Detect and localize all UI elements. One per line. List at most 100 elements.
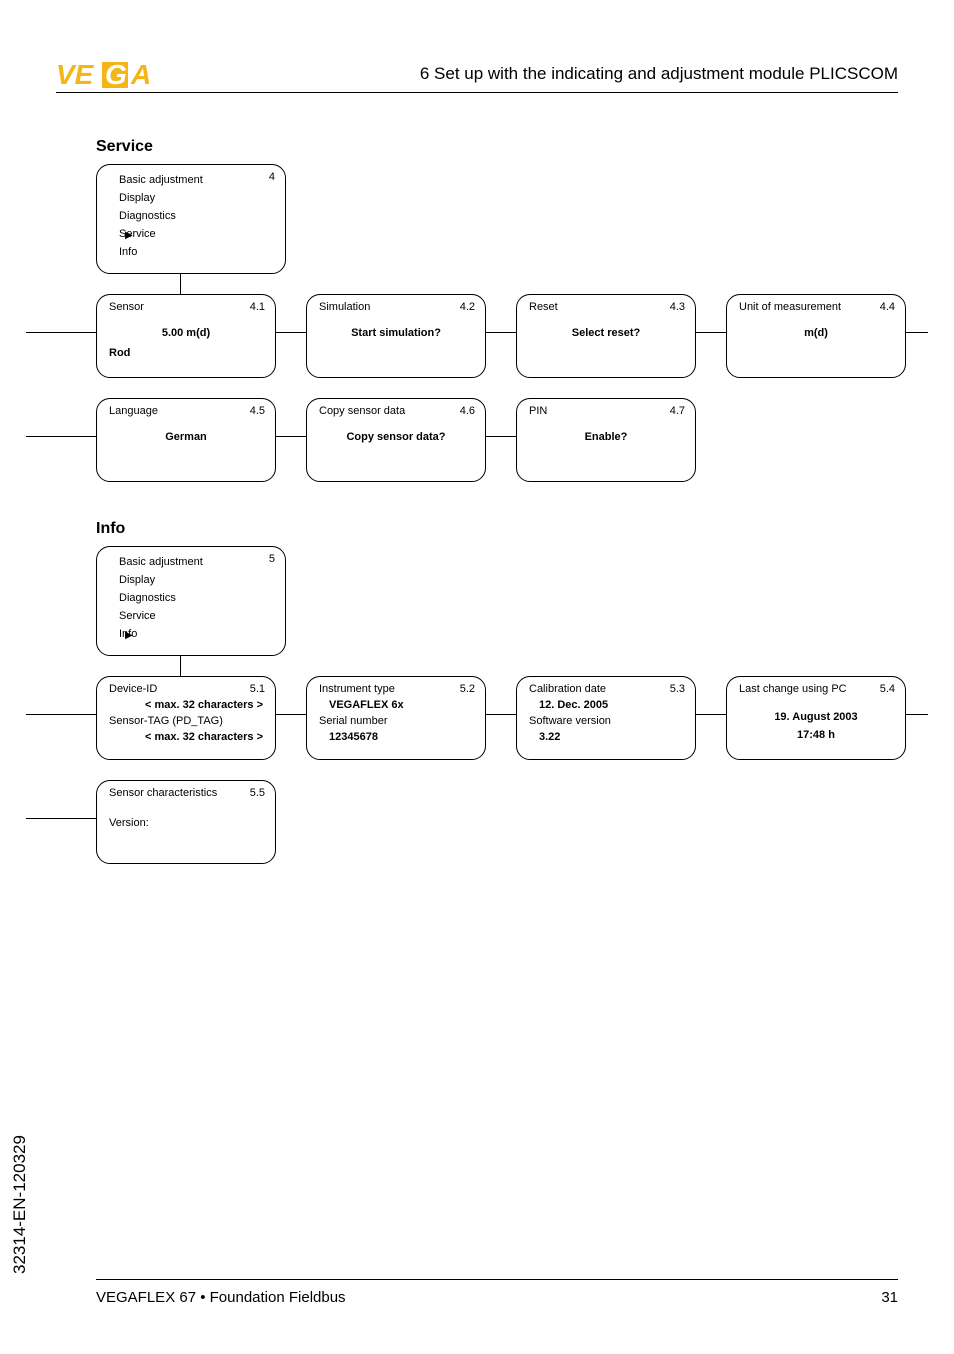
menu-item: Display: [119, 571, 275, 589]
connector-line: [906, 332, 928, 333]
screen-value: 17:48 h: [727, 729, 905, 741]
screen-language: Language 4.5 German: [96, 398, 276, 482]
screen-value: German: [97, 431, 275, 443]
service-menu-box: 4 Basic adjustment Display Diagnostics ▶…: [96, 164, 286, 274]
menu-item: Display: [119, 189, 275, 207]
screen-number: 5.2: [460, 683, 475, 695]
screen-number: 5.1: [250, 683, 265, 695]
triangle-icon: ▶: [125, 627, 133, 645]
screen-title: Copy sensor data: [319, 405, 405, 417]
connector-line: [26, 436, 96, 437]
screen-sensor-char: Sensor characteristics 5.5 Version:: [96, 780, 276, 864]
connector-line: [696, 332, 726, 333]
connector-line: [486, 332, 516, 333]
menu-item: Diagnostics: [119, 589, 275, 607]
screen-value: 19. August 2003: [727, 711, 905, 723]
screen-value: Select reset?: [517, 327, 695, 339]
page-number: 31: [881, 1289, 898, 1306]
connector-line: [26, 332, 96, 333]
screen-value: 12345678: [329, 731, 378, 743]
menu-item: Basic adjustment: [119, 171, 275, 189]
screen-number: 4.3: [670, 301, 685, 313]
screen-subtitle: Software version: [529, 715, 611, 727]
screen-value: < max. 32 characters >: [145, 699, 263, 711]
triangle-icon: ▶: [125, 227, 133, 245]
screen-number: 4.2: [460, 301, 475, 313]
menu-item: Service: [119, 607, 275, 625]
menu-item-active: ▶ Info: [119, 625, 275, 643]
screen-number: 5.3: [670, 683, 685, 695]
connector-line: [906, 714, 928, 715]
menu-number: 5: [269, 553, 275, 565]
svg-text:A: A: [130, 60, 151, 90]
screen-number: 4.6: [460, 405, 475, 417]
screen-value: < max. 32 characters >: [145, 731, 263, 743]
screen-title: Device-ID: [109, 683, 157, 695]
header-rule: [56, 92, 898, 93]
screen-value: 12. Dec. 2005: [539, 699, 608, 711]
screen-pin: PIN 4.7 Enable?: [516, 398, 696, 482]
screen-simulation: Simulation 4.2 Start simulation?: [306, 294, 486, 378]
screen-subtitle: Serial number: [319, 715, 387, 727]
screen-title: Reset: [529, 301, 558, 313]
screen-title: Sensor characteristics: [109, 787, 217, 799]
screen-title: PIN: [529, 405, 547, 417]
screen-reset: Reset 4.3 Select reset?: [516, 294, 696, 378]
svg-text:G: G: [105, 60, 127, 90]
screen-value: Enable?: [517, 431, 695, 443]
screen-calibration: Calibration date 5.3 12. Dec. 2005 Softw…: [516, 676, 696, 760]
connector-line: [276, 436, 306, 437]
connector-line: [26, 714, 96, 715]
screen-value: VEGAFLEX 6x: [329, 699, 404, 711]
menu-item: Basic adjustment: [119, 553, 275, 571]
screen-title: Sensor: [109, 301, 144, 313]
vega-logo: VE G A: [56, 60, 176, 95]
footer-product: VEGAFLEX 67 • Foundation Fieldbus: [96, 1289, 346, 1306]
screen-number: 4.4: [880, 301, 895, 313]
screen-sensor: Sensor 4.1 5.00 m(d) Rod: [96, 294, 276, 378]
screen-value: 5.00 m(d): [97, 327, 275, 339]
screen-title: Last change using PC: [739, 683, 847, 695]
connector-line: [180, 656, 181, 676]
screen-value: Copy sensor data?: [307, 431, 485, 443]
footer-rule: [96, 1279, 898, 1280]
screen-value: m(d): [727, 327, 905, 339]
menu-item-active: ▶ Service: [119, 225, 275, 243]
connector-line: [276, 332, 306, 333]
screen-number: 4.7: [670, 405, 685, 417]
screen-value: Start simulation?: [307, 327, 485, 339]
connector-line: [180, 274, 181, 294]
screen-title: Language: [109, 405, 158, 417]
screen-number: 4.5: [250, 405, 265, 417]
document-code: 32314-EN-120329: [10, 1135, 30, 1274]
screen-title: Unit of measurement: [739, 301, 841, 313]
menu-item: Info: [119, 243, 275, 261]
connector-line: [696, 714, 726, 715]
svg-text:VE: VE: [56, 60, 95, 90]
screen-instrument: Instrument type 5.2 VEGAFLEX 6x Serial n…: [306, 676, 486, 760]
screen-subtitle: Sensor-TAG (PD_TAG): [109, 715, 223, 727]
connector-line: [26, 818, 96, 819]
screen-title: Calibration date: [529, 683, 606, 695]
screen-copy: Copy sensor data 4.6 Copy sensor data?: [306, 398, 486, 482]
screen-device-id: Device-ID 5.1 < max. 32 characters > Sen…: [96, 676, 276, 760]
page: VE G A 6 Set up with the indicating and …: [0, 0, 954, 1354]
screen-last-change: Last change using PC 5.4 19. August 2003…: [726, 676, 906, 760]
screen-value: Rod: [109, 347, 130, 359]
menu-item: Diagnostics: [119, 207, 275, 225]
connector-line: [486, 436, 516, 437]
info-heading: Info: [96, 520, 125, 538]
chapter-title: 6 Set up with the indicating and adjustm…: [420, 64, 898, 84]
connector-line: [486, 714, 516, 715]
menu-number: 4: [269, 171, 275, 183]
service-heading: Service: [96, 138, 153, 156]
screen-number: 5.5: [250, 787, 265, 799]
info-menu-box: 5 Basic adjustment Display Diagnostics S…: [96, 546, 286, 656]
screen-number: 4.1: [250, 301, 265, 313]
screen-title: Instrument type: [319, 683, 395, 695]
screen-number: 5.4: [880, 683, 895, 695]
connector-line: [276, 714, 306, 715]
screen-title: Simulation: [319, 301, 370, 313]
screen-value: 3.22: [539, 731, 560, 743]
screen-unit: Unit of measurement 4.4 m(d): [726, 294, 906, 378]
